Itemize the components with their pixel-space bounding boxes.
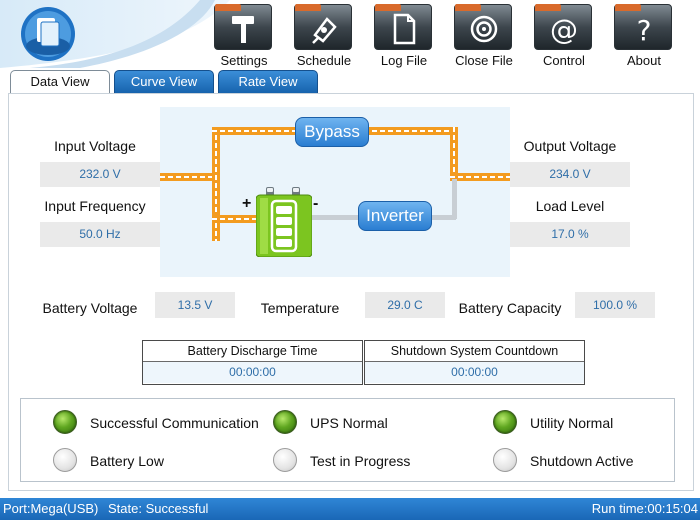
battery-low-label: Battery Low [90,453,164,469]
ups-normal-led [273,410,297,434]
output-feed-line [450,173,510,181]
run-time: Run time:00:15:04 [591,501,698,516]
battery-feed-line [212,215,256,223]
question-icon: ? [637,14,652,45]
battery-low-led [53,448,77,472]
discharge-time-value: 00:00:00 [143,362,362,383]
battery-minus-sign: - [313,195,319,212]
app-logo [21,7,75,61]
test-in-progress-led [273,448,297,472]
close-file-button[interactable]: Close File [451,2,517,68]
power-flow-diagram: Bypass Inverter + - [160,107,510,277]
about-label: About [627,53,661,68]
utility-normal-label: Utility Normal [530,415,614,431]
bypass-label: Bypass [304,122,360,141]
control-label: Control [543,53,585,68]
test-in-progress-label: Test in Progress [310,453,411,469]
at-sign-icon: @ [550,13,578,45]
input-voltage-label: Input Voltage [54,138,136,154]
tab-data-view[interactable]: Data View [10,70,110,94]
temperature-label: Temperature [260,300,340,316]
log-file-label: Log File [380,53,428,68]
battery-voltage-value: 13.5 V [155,292,235,318]
communication-led [53,410,77,434]
inverter-label: Inverter [366,206,424,225]
input-feed-line [160,173,216,181]
input-frequency-label: Input Frequency [44,198,146,214]
svg-text:@: @ [550,13,578,45]
settings-label: Settings [220,53,268,68]
about-button[interactable]: ? About [611,2,677,68]
shutdown-countdown-value: 00:00:00 [365,362,584,383]
log-file-button[interactable]: Log File [371,2,437,68]
control-button[interactable]: @ Control [531,2,597,68]
load-level-value: 17.0 % [510,222,630,247]
battery-plus-sign: + [242,195,252,212]
connection-state: State: Successful [108,501,209,516]
target-icon [470,15,498,43]
battery-capacity-value: 100.0 % [575,292,655,318]
tab-rate-view[interactable]: Rate View [218,70,318,94]
bypass-indicator: Bypass [295,117,369,147]
hammer-icon [232,16,254,43]
input-voltage-value: 232.0 V [40,162,160,187]
temperature-value: 29.0 C [365,292,445,318]
utility-normal-led [493,410,517,434]
load-level-label: Load Level [535,198,605,214]
close-file-label: Close File [455,53,513,68]
status-indicator-panel [20,398,675,482]
port-status: Port:Mega(USB) [3,501,99,516]
discharge-time-table: Battery Discharge Time 00:00:00 [142,340,363,385]
shutdown-countdown-header: Shutdown System Countdown [365,341,584,362]
svg-text:?: ? [637,14,652,45]
battery-capacity-label: Battery Capacity [458,300,562,316]
ups-normal-label: UPS Normal [310,415,388,431]
header-bar: Settings Schedule Log File Close File @ … [0,0,700,68]
inverter-indicator: Inverter [358,201,432,231]
discharge-time-header: Battery Discharge Time [143,341,362,362]
shutdown-countdown-table: Shutdown System Countdown 00:00:00 [364,340,585,385]
shutdown-active-label: Shutdown Active [530,453,634,469]
schedule-icon [312,17,337,44]
status-bar: Port:Mega(USB) State: Successful Run tim… [0,498,700,520]
battery-icon [256,187,312,257]
tab-curve-view[interactable]: Curve View [114,70,214,94]
output-voltage-label: Output Voltage [523,138,617,154]
output-voltage-value: 234.0 V [510,162,630,187]
input-frequency-value: 50.0 Hz [40,222,160,247]
communication-label: Successful Communication [90,415,259,431]
schedule-label: Schedule [296,53,352,68]
schedule-button[interactable]: Schedule [291,2,357,68]
document-icon [393,13,416,45]
shutdown-active-led [493,448,517,472]
settings-button[interactable]: Settings [211,2,277,68]
battery-voltage-label: Battery Voltage [42,300,138,316]
